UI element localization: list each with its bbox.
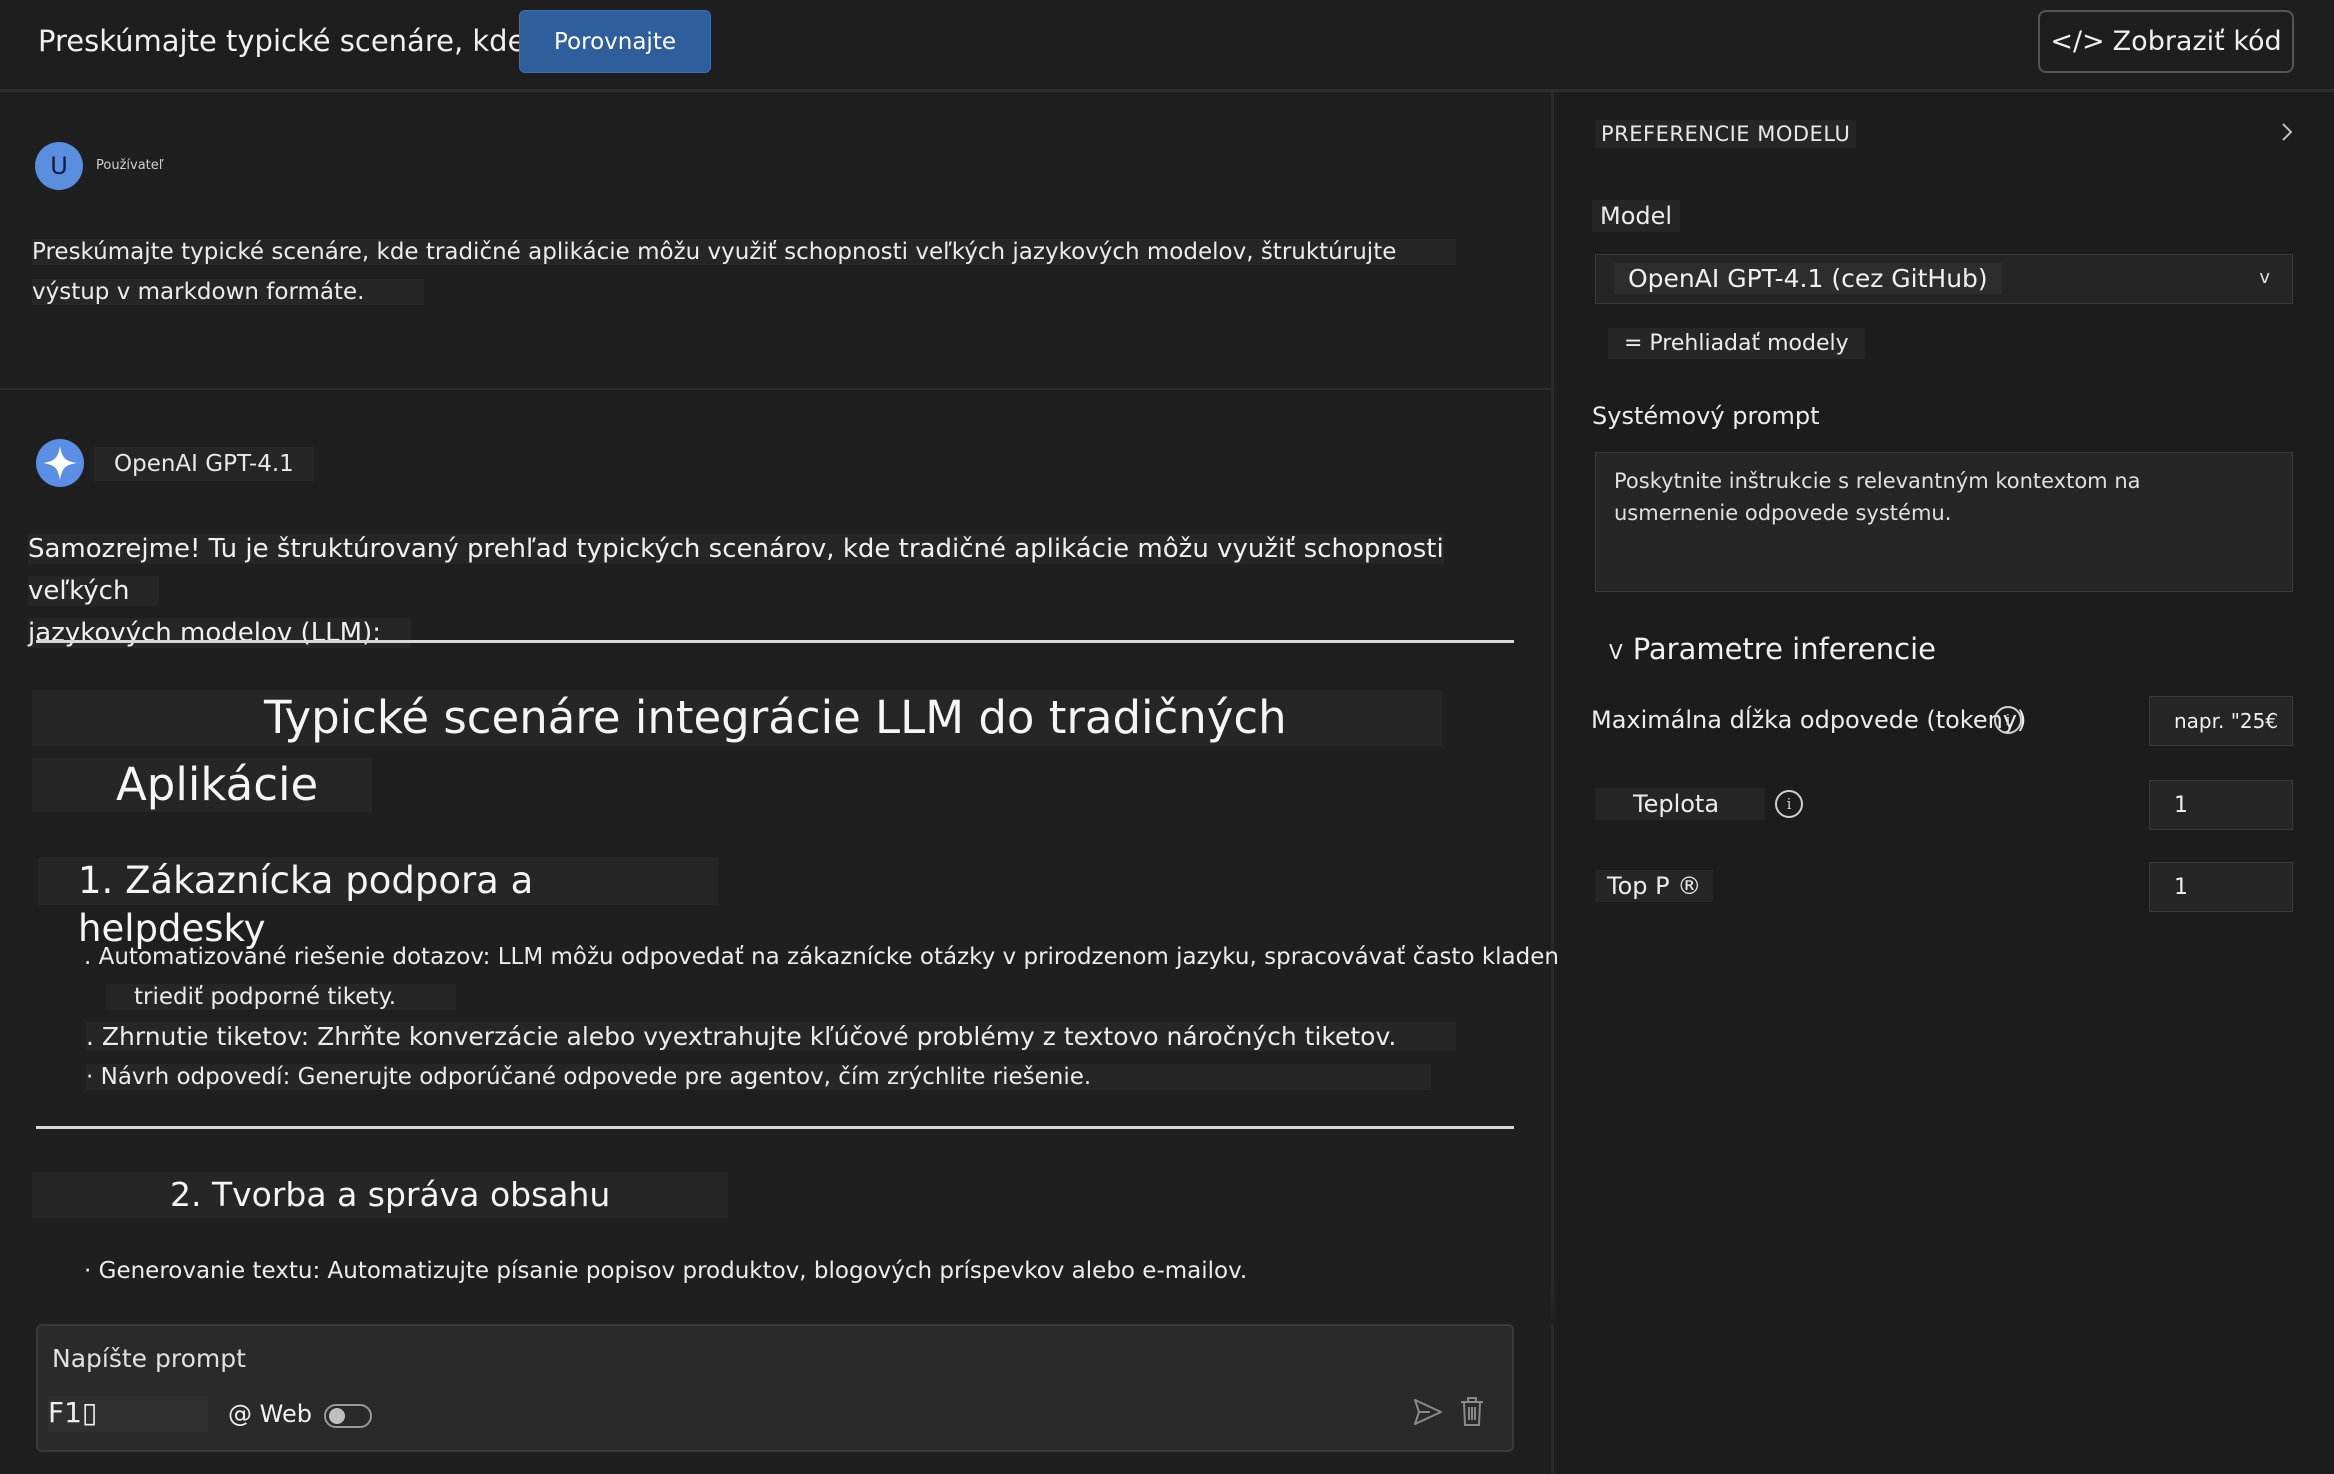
prompt-input[interactable]: Napíšte prompt [52, 1344, 246, 1373]
user-message: U Používateľ Preskúmajte typické scenáre… [0, 92, 1554, 390]
list-item: · Generovanie textu: Automatizujte písan… [84, 1258, 1248, 1284]
top-bar: Preskúmajte typické scenáre, kde ... Por… [0, 0, 2334, 92]
info-icon[interactable]: i [1994, 706, 2022, 734]
chevron-down-icon: V [1609, 640, 1623, 664]
user-name: Používateľ [96, 158, 164, 173]
user-text-line2: výstup v markdown formáte. [32, 279, 425, 305]
info-icon[interactable]: i [1775, 790, 1803, 818]
temperature-label: Teplota [1595, 788, 1765, 820]
user-text-line1: Preskúmajte typické scenáre, kde tradičn… [32, 239, 1457, 265]
web-toggle[interactable] [324, 1404, 372, 1428]
model-label: Model [1592, 200, 1681, 232]
inference-params-label: Parametre inferencie [1632, 632, 1936, 666]
section1-title: 1. Zákaznícka podpora a helpdesky [38, 857, 718, 950]
compare-button[interactable]: Porovnajte [519, 10, 711, 73]
model-select[interactable]: OpenAI GPT-4.1 (cez GitHub) v [1595, 254, 2293, 304]
list-item: triediť podporné tikety. [106, 984, 457, 1010]
scroll-fade [0, 1284, 1554, 1324]
chat-area: U Používateľ Preskúmajte typické scenáre… [0, 92, 1677, 1474]
ai-model-name: OpenAI GPT-4.1 [94, 447, 314, 481]
ai-intro-text: Samozrejme! Tu je štruktúrovaný prehľad … [28, 528, 1508, 654]
trash-icon[interactable] [1458, 1394, 1486, 1428]
section2-title: 2. Tvorba a správa obsahu [32, 1172, 728, 1218]
heading-line2: Aplikácie [32, 758, 372, 812]
model-preferences-panel: PREFERENCIE MODELU Model OpenAI GPT-4.1 … [1557, 92, 2334, 1474]
temperature-input[interactable]: 1 [2149, 780, 2293, 830]
max-tokens-label: Maximálna dĺžka odpovede (tokeny) [1591, 706, 2027, 734]
system-prompt-placeholder: Poskytnite inštrukcie s relevantným kont… [1614, 469, 2141, 525]
view-code-button[interactable]: </> Zobraziť kód [2038, 10, 2294, 73]
conversation-title: Preskúmajte typické scenáre, kde ... [38, 24, 563, 58]
send-icon[interactable] [1412, 1396, 1444, 1428]
top-p-input[interactable]: 1 [2149, 862, 2293, 912]
ai-intro-line1: Samozrejme! Tu je štruktúrovaný prehľad … [28, 534, 1444, 606]
list-item: · Návrh odpovedí: Generujte odporúčané o… [86, 1064, 1432, 1090]
inference-params-toggle[interactable]: V Parametre inferencie [1609, 632, 1936, 666]
user-message-text: Preskúmajte typické scenáre, kde tradičn… [32, 232, 1492, 312]
web-label: @ Web [228, 1400, 312, 1428]
code-icon: </> [2050, 26, 2105, 57]
system-prompt-label: Systémový prompt [1592, 402, 1820, 430]
model-select-value: OpenAI GPT-4.1 (cez GitHub) [1614, 263, 2002, 294]
divider [36, 640, 1514, 643]
divider [36, 1126, 1514, 1129]
ai-intro-line2: jazykových modelov (LLM): [28, 618, 412, 648]
browse-models-button[interactable]: = Prehliadať modely [1608, 328, 1865, 359]
shortcut-field[interactable]: F1▯ [48, 1396, 208, 1432]
heading-line1: Typické scenáre integrácie LLM do tradič… [32, 690, 1442, 746]
panel-title: PREFERENCIE MODELU [1595, 120, 1857, 148]
chevron-right-icon[interactable] [2277, 120, 2297, 144]
list-item: . Zhrnutie tiketov: Zhrňte konverzácie a… [86, 1022, 1457, 1051]
chevron-down-icon: v [2259, 267, 2270, 288]
system-prompt-input[interactable]: Poskytnite inštrukcie s relevantným kont… [1595, 452, 2293, 592]
prompt-composer[interactable]: Napíšte prompt F1▯ @ Web [36, 1324, 1514, 1452]
view-code-label: Zobraziť kód [2112, 26, 2282, 57]
top-p-label: Top P ® [1595, 870, 1714, 902]
ai-avatar-icon [36, 439, 84, 487]
user-avatar: U [35, 142, 83, 190]
max-tokens-input[interactable]: napr. "25€ [2149, 696, 2293, 746]
list-item: . Automatizované riešenie dotazov: LLM m… [84, 944, 1678, 970]
